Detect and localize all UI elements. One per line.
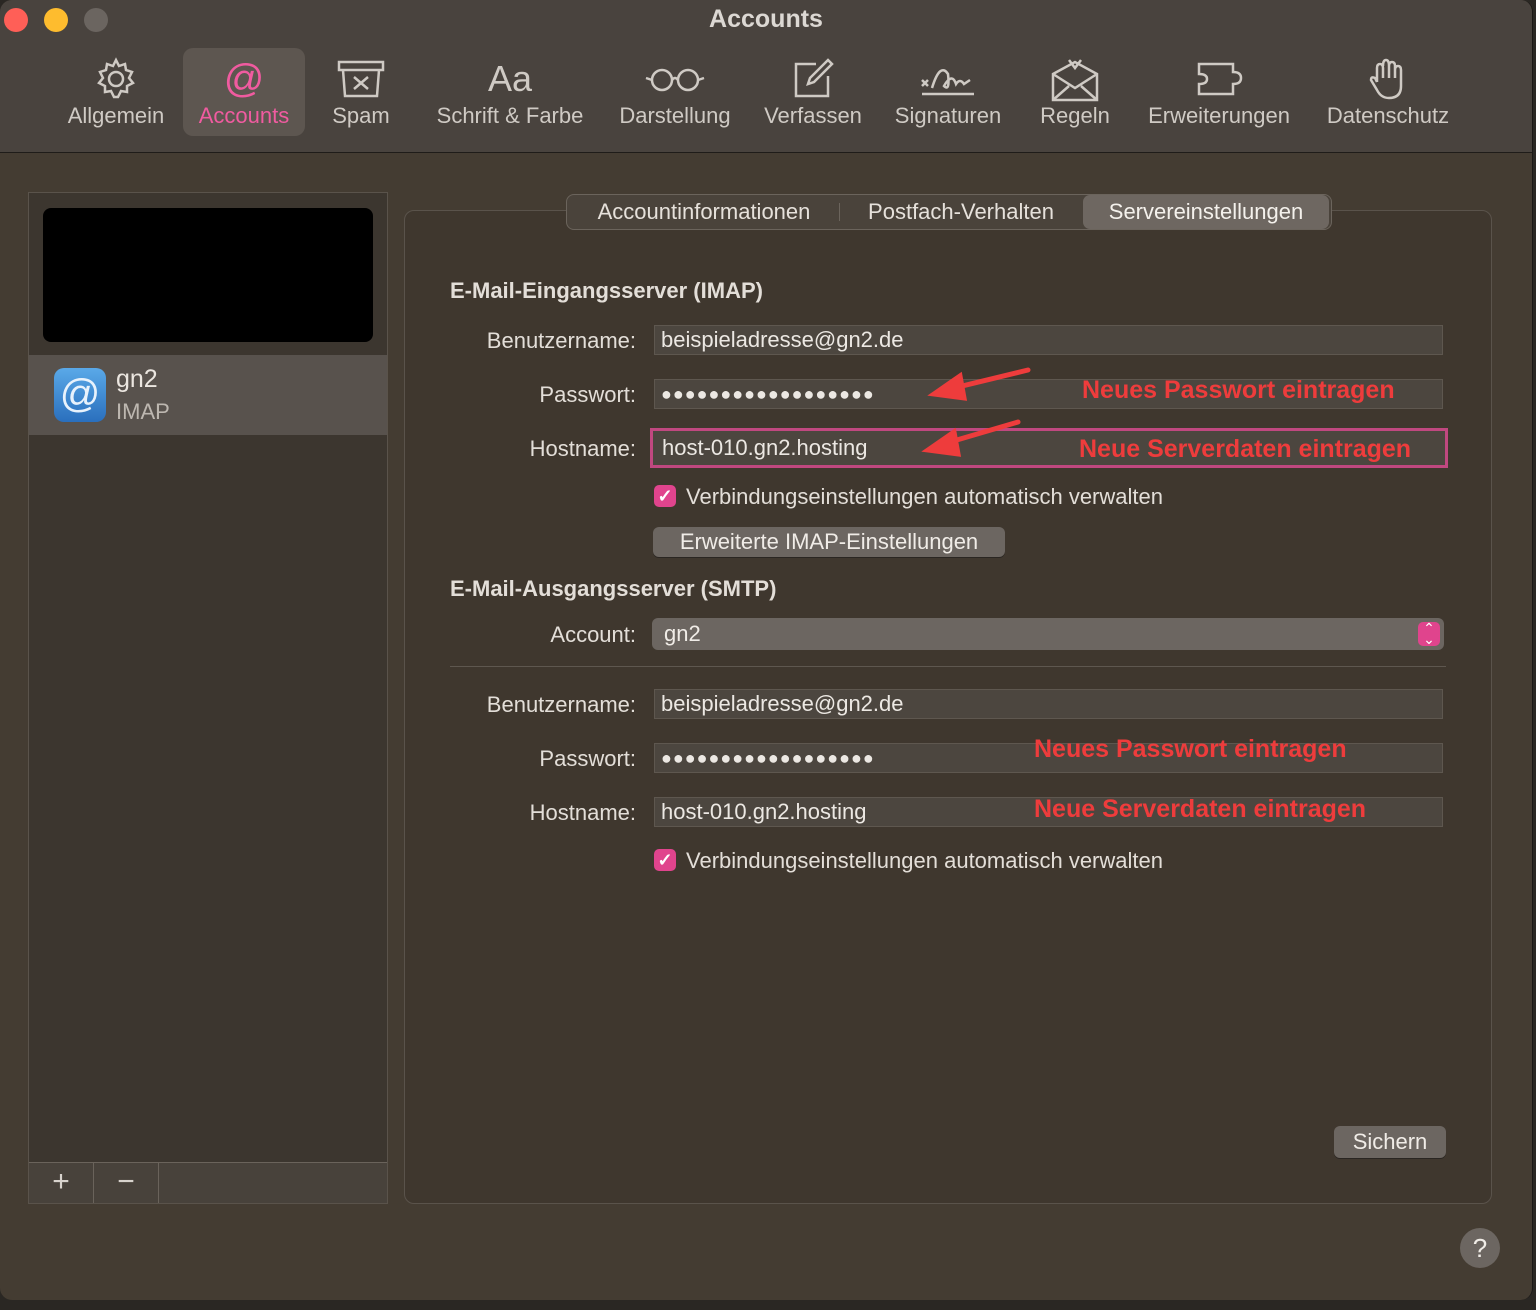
imap-account-icon: @ (54, 368, 106, 422)
account-name: gn2 (116, 365, 158, 393)
imap-hostname-label: Hostname: (529, 436, 636, 461)
at-sign-icon: @ (223, 57, 265, 101)
imap-auto-manage-checkbox[interactable]: ✓ (654, 485, 676, 507)
toolbar-item-accounts[interactable]: @ Accounts (183, 48, 305, 136)
section-divider (450, 666, 1446, 667)
toolbar-label: Signaturen (894, 103, 1002, 128)
imap-password-label: Passwort: (539, 382, 636, 407)
imap-auto-manage-label: Verbindungseinstellungen automatisch ver… (686, 484, 1163, 509)
smtp-username-field[interactable]: beispieladresse@gn2.de (654, 689, 1443, 719)
sidebar-account-gn2[interactable]: @ gn2 IMAP (29, 355, 387, 435)
toolbar-item-verfassen[interactable]: Verfassen (754, 48, 872, 136)
tab-servereinstellungen[interactable]: Servereinstellungen (1083, 195, 1329, 229)
annotation-imap-hostname: Neue Serverdaten eintragen (1079, 435, 1412, 463)
annotation-smtp-password: Neues Passwort eintragen (1034, 735, 1347, 763)
smtp-hostname-label: Hostname: (529, 800, 636, 825)
help-button[interactable]: ? (1460, 1228, 1500, 1268)
toolbar-label: Datenschutz (1326, 103, 1450, 128)
junk-bin-icon (337, 60, 385, 98)
chevron-up-down-icon: ⌃ ⌄ (1418, 621, 1440, 646)
preferences-window: Accounts Allgemein @ Accounts Spam Aa Sc… (0, 0, 1533, 1300)
tab-separator (839, 203, 840, 221)
toolbar-label: Verfassen (764, 103, 862, 128)
smtp-auto-manage-checkbox[interactable]: ✓ (654, 849, 676, 871)
signature-icon (921, 69, 974, 96)
smtp-username-label: Benutzername: (486, 692, 636, 717)
gear-icon (97, 57, 135, 99)
font-icon: Aa (487, 58, 533, 99)
annotation-arrow-icon (921, 367, 1031, 457)
window-title: Accounts (709, 5, 823, 33)
imap-username-field[interactable]: beispieladresse@gn2.de (654, 325, 1443, 355)
imap-username-label: Benutzername: (486, 328, 636, 353)
sidebar-bottom-bar: + − (29, 1162, 387, 1203)
accounts-sidebar: @ gn2 IMAP + − (28, 192, 388, 1204)
imap-section-title: E-Mail-Eingangsserver (IMAP) (450, 278, 763, 303)
tab-accountinformationen[interactable]: Accountinformationen (569, 195, 839, 229)
smtp-account-value: gn2 (664, 621, 701, 646)
toolbar-label: Darstellung (619, 103, 731, 128)
account-type: IMAP (116, 399, 170, 424)
smtp-account-select[interactable]: gn2 ⌃ ⌄ (652, 618, 1444, 650)
annotation-smtp-hostname: Neue Serverdaten eintragen (1034, 795, 1367, 823)
add-account-button[interactable]: + (29, 1163, 94, 1203)
toolbar-label: Schrift & Farbe (436, 103, 584, 128)
titlebar: Accounts Allgemein @ Accounts Spam Aa Sc… (0, 0, 1532, 153)
smtp-account-label: Account: (550, 622, 636, 647)
advanced-imap-settings-button[interactable]: Erweiterte IMAP-Einstellungen (653, 527, 1005, 557)
smtp-auto-manage-label: Verbindungseinstellungen automatisch ver… (686, 848, 1163, 873)
glasses-icon (645, 68, 705, 92)
save-button[interactable]: Sichern (1334, 1126, 1446, 1158)
toolbar-item-erweiterungen[interactable]: Erweiterungen (1136, 48, 1302, 136)
smtp-password-label: Passwort: (539, 746, 636, 771)
toolbar-label: Allgemein (67, 103, 165, 128)
toolbar-label: Accounts (198, 103, 290, 128)
hand-icon (1369, 58, 1403, 100)
toolbar-label: Spam (332, 103, 390, 128)
toolbar-label: Regeln (1040, 103, 1110, 128)
compose-icon (794, 58, 834, 98)
extension-icon (1197, 62, 1243, 96)
redacted-account-block (43, 208, 373, 342)
toolbar-item-darstellung[interactable]: Darstellung (610, 48, 740, 136)
toolbar-item-schrift-farbe[interactable]: Aa Schrift & Farbe (424, 48, 596, 136)
remove-account-button[interactable]: − (94, 1163, 159, 1203)
rules-envelope-icon (1051, 59, 1099, 102)
toolbar-item-regeln[interactable]: Regeln (1028, 48, 1122, 136)
toolbar-label: Erweiterungen (1148, 103, 1290, 128)
smtp-section-title: E-Mail-Ausgangsserver (SMTP) (450, 576, 777, 601)
annotation-imap-password: Neues Passwort eintragen (1082, 376, 1395, 404)
toolbar-item-spam[interactable]: Spam (316, 48, 406, 136)
tab-postfach-verhalten[interactable]: Postfach-Verhalten (841, 195, 1081, 229)
toolbar-item-signaturen[interactable]: Signaturen (886, 48, 1010, 136)
tab-bar: Accountinformationen Postfach-Verhalten … (566, 194, 1332, 230)
toolbar-item-datenschutz[interactable]: Datenschutz (1316, 48, 1460, 136)
toolbar-item-allgemein[interactable]: Allgemein (56, 48, 176, 136)
